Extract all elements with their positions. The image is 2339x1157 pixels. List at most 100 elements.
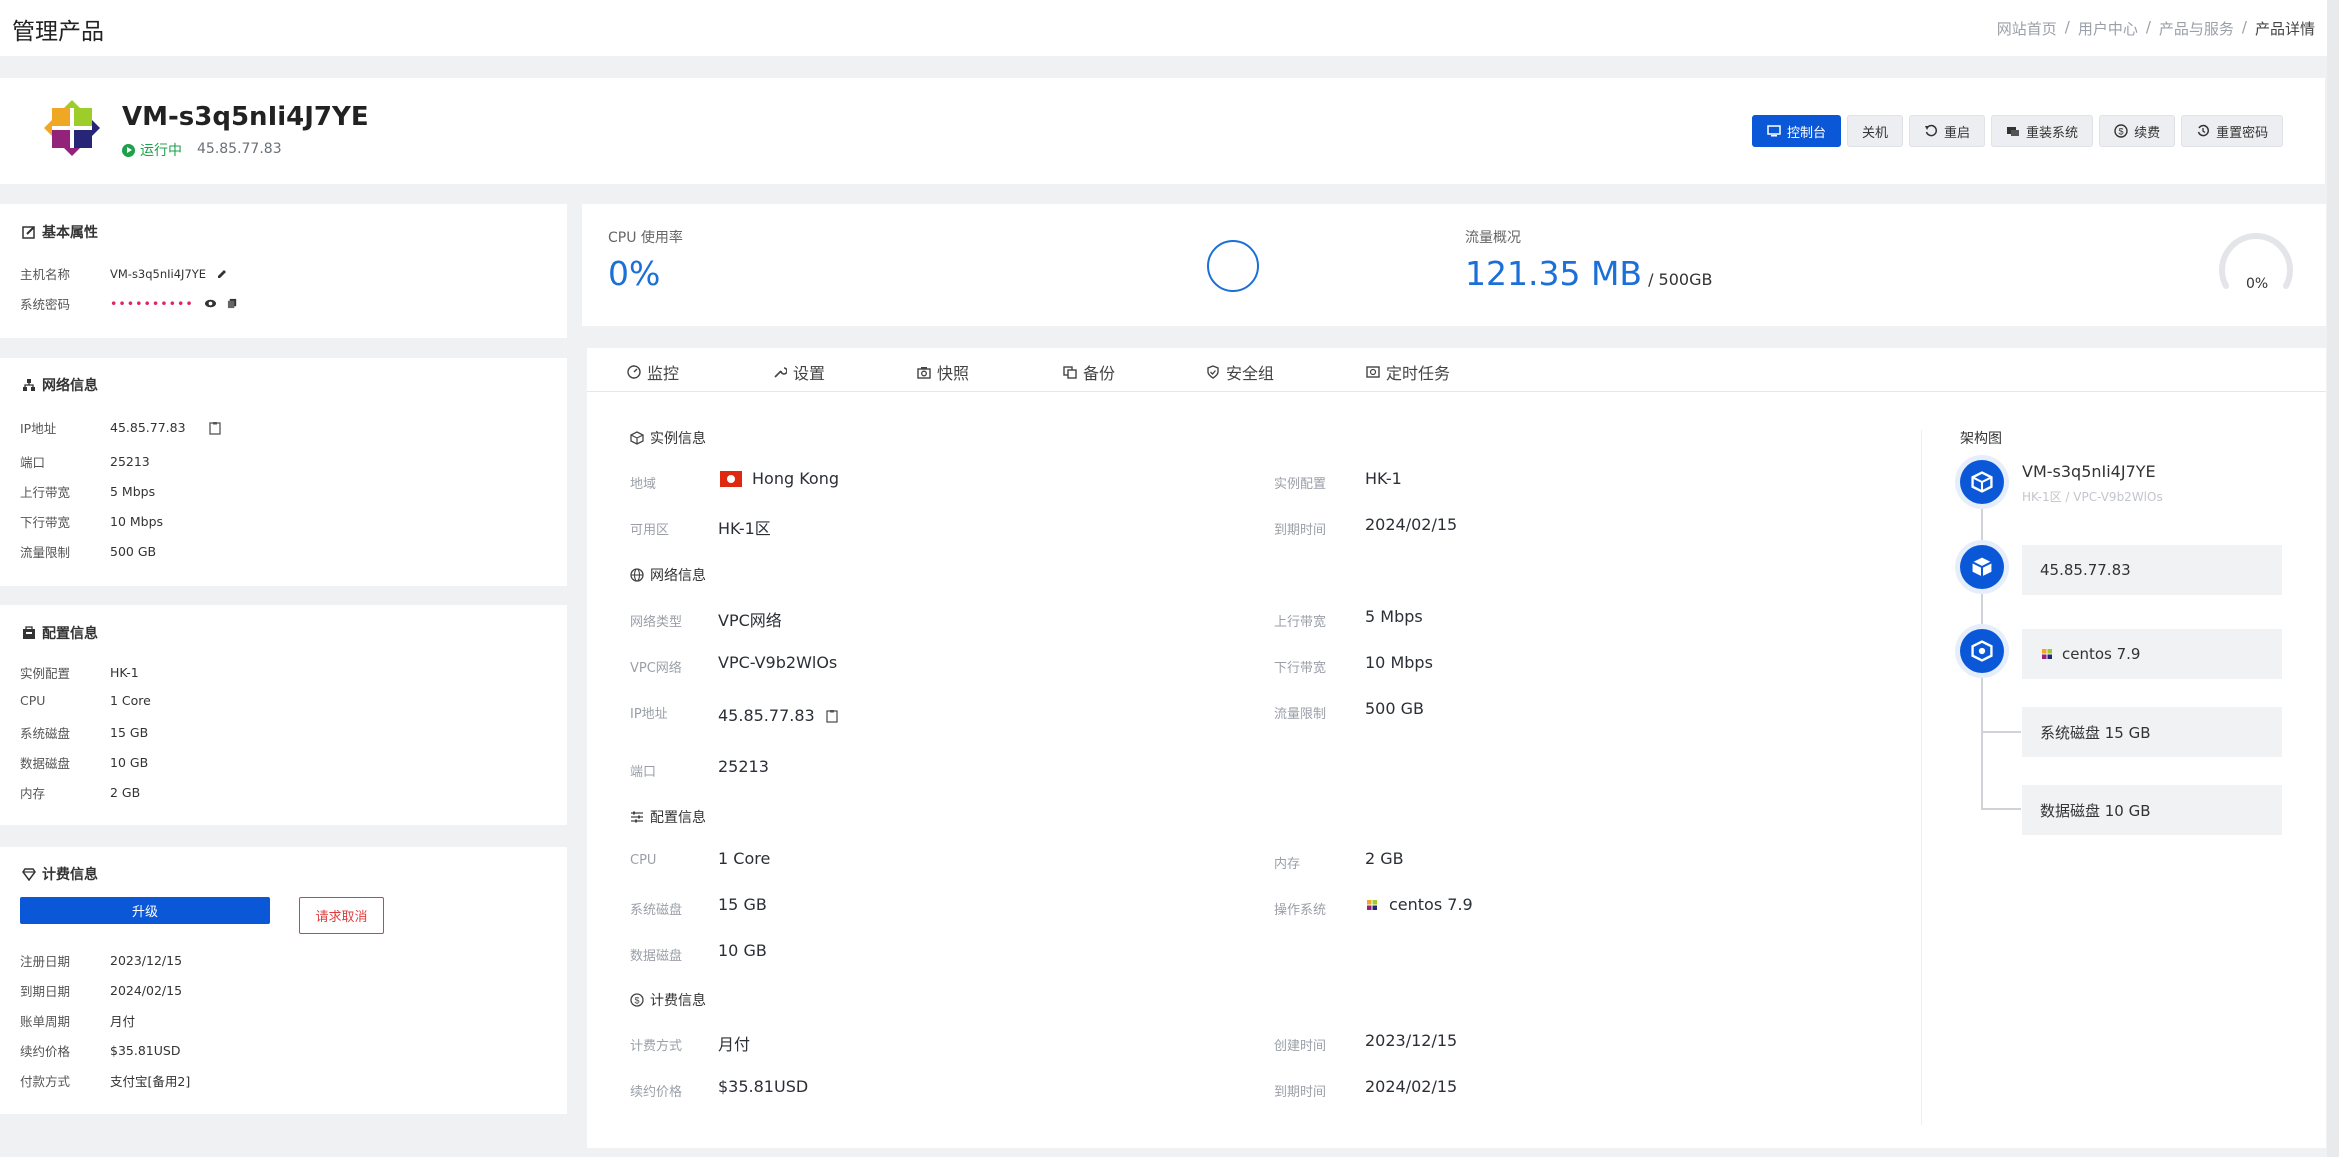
lp-reg-value: 2023/12/15	[110, 953, 183, 968]
billing-section-title: $ 计费信息	[630, 990, 706, 1010]
arch-connector	[1981, 808, 2021, 810]
lp-cpu-row: CPU 1 Core	[20, 693, 151, 708]
globe-icon	[630, 568, 644, 582]
traffic-summary: 121.35 MB / 500GB	[1465, 254, 1712, 293]
port-value: 25213	[718, 757, 769, 776]
traffic-limit-value: 500 GB	[1365, 699, 1424, 718]
breadcrumb-user-center[interactable]: 用户中心	[2078, 18, 2138, 39]
spec-label: 实例配置	[1274, 477, 1327, 492]
renew-label: 续费	[2134, 125, 2161, 141]
centos-icon	[1367, 899, 1377, 910]
region-value: Hong Kong	[720, 469, 839, 488]
eye-icon[interactable]	[204, 297, 217, 310]
billing-expire-value: 2024/02/15	[1365, 1077, 1458, 1096]
sliders-icon	[631, 811, 643, 823]
instance-section-text: 实例信息	[650, 431, 706, 447]
page-scrollbar[interactable]	[2327, 0, 2339, 1157]
tab-security-group[interactable]: 安全组	[1206, 360, 1274, 384]
renew-button[interactable]: $ 续费	[2099, 115, 2176, 147]
os-text: centos 7.9	[1389, 895, 1473, 914]
lp-cpu-value: 1 Core	[110, 693, 151, 708]
page-title: 管理产品	[12, 19, 104, 45]
lp-mem-label: 内存	[20, 786, 46, 801]
billing-section-text: 计费信息	[650, 993, 706, 1009]
console-icon	[1767, 125, 1781, 137]
copy-icon[interactable]	[227, 298, 238, 309]
expire-label: 到期时间	[1274, 523, 1327, 538]
renew-price-label: 续约价格	[630, 1085, 683, 1100]
breadcrumb-separator: /	[2145, 18, 2151, 36]
cube-icon	[630, 431, 644, 445]
centos-logo-icon	[44, 100, 100, 156]
lp-due-row: 到期日期 2024/02/15	[20, 981, 182, 1000]
breadcrumb-separator: /	[2241, 18, 2247, 36]
lp-paymethod-value: 支付宝[备用2]	[110, 1074, 191, 1089]
config-title-text: 配置信息	[42, 626, 98, 642]
tab-settings[interactable]: 设置	[773, 360, 825, 384]
traffic-limit-label: 流量限制	[1274, 707, 1327, 722]
lp-cycle-value: 月付	[110, 1014, 136, 1029]
vpc-value: VPC-V9b2WlOs	[718, 653, 838, 672]
lp-datadisk-label: 数据磁盘	[20, 756, 71, 771]
wrench-icon	[774, 367, 787, 378]
lp-due-label: 到期日期	[20, 984, 71, 999]
region-text: Hong Kong	[752, 469, 839, 488]
down-bw-label: 下行带宽	[1274, 661, 1327, 676]
shutdown-button[interactable]: 关机	[1847, 115, 1904, 147]
breadcrumb-products[interactable]: 产品与服务	[2159, 18, 2234, 39]
up-bw-value: 5 Mbps	[1365, 607, 1423, 626]
arch-connector	[1981, 675, 1983, 810]
lp-limit-row: 流量限制 500 GB	[20, 542, 156, 561]
reinstall-button[interactable]: 重装系统	[1991, 115, 2094, 147]
tab-snapshot-label: 快照	[937, 364, 970, 383]
arch-os-box: centos 7.9	[2022, 629, 2282, 679]
hostname-row: 主机名称 VM-s3q5nIi4J7YE	[20, 264, 228, 283]
traffic-gauge-text: 0%	[2246, 276, 2269, 292]
console-label: 控制台	[1787, 125, 1827, 141]
expire-value: 2024/02/15	[1365, 515, 1458, 534]
cpu-label: CPU	[630, 853, 657, 868]
console-button[interactable]: 控制台	[1752, 115, 1842, 147]
config-section-title: 配置信息	[630, 807, 706, 827]
zone-label: 可用区	[630, 523, 670, 538]
region-label: 地域	[630, 477, 657, 492]
lp-sysdisk-row: 系统磁盘 15 GB	[20, 723, 148, 742]
request-cancel-button[interactable]: 请求取消	[299, 897, 384, 934]
password-label: 系统密码	[20, 297, 71, 312]
clipboard-icon[interactable]	[825, 709, 839, 723]
traffic-limit: / 500GB	[1648, 270, 1713, 289]
sysdisk-label: 系统磁盘	[630, 903, 683, 918]
pencil-icon[interactable]	[216, 268, 228, 280]
lp-ip-value: 45.85.77.83	[110, 420, 222, 435]
tab-scheduled-tasks[interactable]: 定时任务	[1366, 360, 1450, 384]
network-section-text: 网络信息	[650, 568, 706, 584]
lp-ip-text: 45.85.77.83	[110, 420, 186, 435]
hostname-value: VM-s3q5nIi4J7YE	[110, 267, 228, 281]
tab-backup[interactable]: 备份	[1063, 360, 1115, 384]
tab-snapshot[interactable]: 快照	[917, 360, 969, 384]
upgrade-button[interactable]: 升级	[20, 897, 270, 924]
traffic-label: 流量概况	[1465, 230, 1521, 246]
lp-cycle-label: 账单周期	[20, 1014, 71, 1029]
ip-label: IP地址	[630, 707, 668, 722]
lp-spec-row: 实例配置 HK-1	[20, 663, 139, 682]
lp-port-label: 端口	[20, 455, 46, 470]
lp-spec-value: HK-1	[110, 665, 139, 680]
arch-sys-disk-box: 系统磁盘 15 GB	[2022, 707, 2282, 757]
arch-connector	[1981, 731, 2021, 733]
lp-ip-label: IP地址	[20, 421, 57, 436]
tab-settings-label: 设置	[793, 364, 826, 383]
arch-vm-sub: HK-1区 / VPC-V9b2WlOs	[2022, 490, 2163, 504]
memory-label: 内存	[1274, 857, 1301, 872]
tab-monitor[interactable]: 监控	[627, 360, 679, 384]
schedule-icon	[1366, 366, 1380, 378]
net-type-label: 网络类型	[630, 615, 683, 630]
hong-kong-flag-icon	[720, 470, 742, 487]
arch-os-text: centos 7.9	[2062, 645, 2141, 663]
reset-password-button[interactable]: 重置密码	[2181, 115, 2284, 147]
config-section-text: 配置信息	[650, 810, 706, 826]
vm-name: VM-s3q5nIi4J7YE	[122, 102, 369, 132]
breadcrumb-home[interactable]: 网站首页	[1997, 18, 2057, 39]
clipboard-icon[interactable]	[208, 421, 222, 435]
restart-button[interactable]: 重启	[1909, 115, 1986, 147]
